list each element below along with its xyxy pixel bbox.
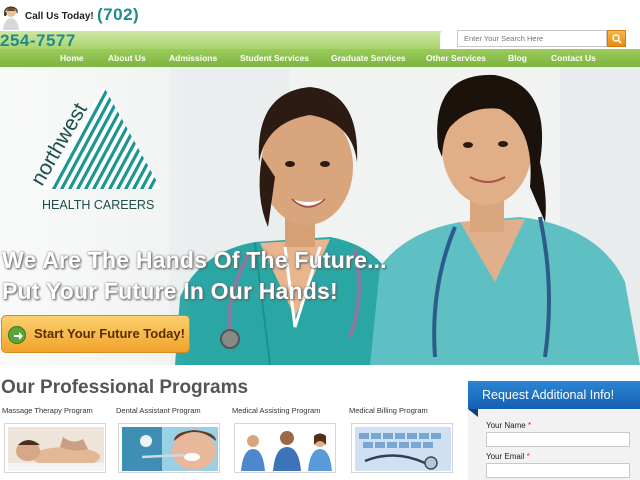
medical-staff-photo-icon[interactable] [234,423,336,473]
phone-number-area-code[interactable]: (702) [97,5,139,25]
header-ribbon-fold [468,409,478,417]
program-label[interactable]: Massage Therapy Program [2,406,93,415]
hero-banner: northwest HEALTH CAREERS We Are The Hand… [0,67,640,365]
call-us-label: Call Us Today! [25,11,94,22]
required-mark: * [526,452,530,461]
search-icon [612,34,622,44]
dental-photo-icon[interactable] [118,423,220,473]
email-label-text: Your Email [486,452,525,461]
nav-graduate-services[interactable]: Graduate Services [331,53,406,63]
nav-about-us[interactable]: About Us [108,53,146,63]
required-mark: * [527,421,532,430]
logo-subtitle: HEALTH CAREERS [42,198,154,212]
hero-tagline-line1: We Are The Hands Of The Future... [2,247,387,273]
main-nav: Home About Us Admissions Student Service… [0,49,640,67]
nav-other-services[interactable]: Other Services [426,53,486,63]
search-button[interactable] [607,30,626,47]
nav-blog[interactable]: Blog [508,53,527,63]
hero-tagline-line2: Put Your Future In Our Hands! [2,278,338,304]
keyboard-stethoscope-photo-icon[interactable] [351,423,453,473]
nav-home[interactable]: Home [60,53,84,63]
program-label[interactable]: Medical Billing Program [349,406,428,415]
email-field-label: Your Email * [486,452,530,461]
nav-student-services[interactable]: Student Services [240,53,309,63]
program-label[interactable]: Medical Assisting Program [232,406,320,415]
start-future-button[interactable]: Start Your Future Today! [1,315,190,353]
request-info-title: Request Additional Info! [482,388,615,402]
operator-icon [3,6,19,30]
phone-number-digits[interactable]: 254-7577 [0,31,76,51]
name-field-label: Your Name * [486,421,531,430]
arrow-right-icon [8,326,26,344]
name-field[interactable] [486,432,630,447]
search-input[interactable] [457,30,607,47]
massage-photo-icon[interactable] [4,423,106,473]
start-future-label: Start Your Future Today! [34,326,185,341]
request-info-header: Request Additional Info! [468,381,640,409]
northwest-logo: northwest HEALTH CAREERS [26,87,161,212]
programs-heading: Our Professional Programs [1,377,249,398]
email-field[interactable] [486,463,630,478]
name-label-text: Your Name [486,421,526,430]
program-label[interactable]: Dental Assistant Program [116,406,201,415]
nav-admissions[interactable]: Admissions [169,53,217,63]
request-info-panel: Request Additional Info! Your Name * You… [468,381,640,480]
nav-contact-us[interactable]: Contact Us [551,53,596,63]
page: Call Us Today! (702) 254-7577 Home About… [0,0,640,480]
